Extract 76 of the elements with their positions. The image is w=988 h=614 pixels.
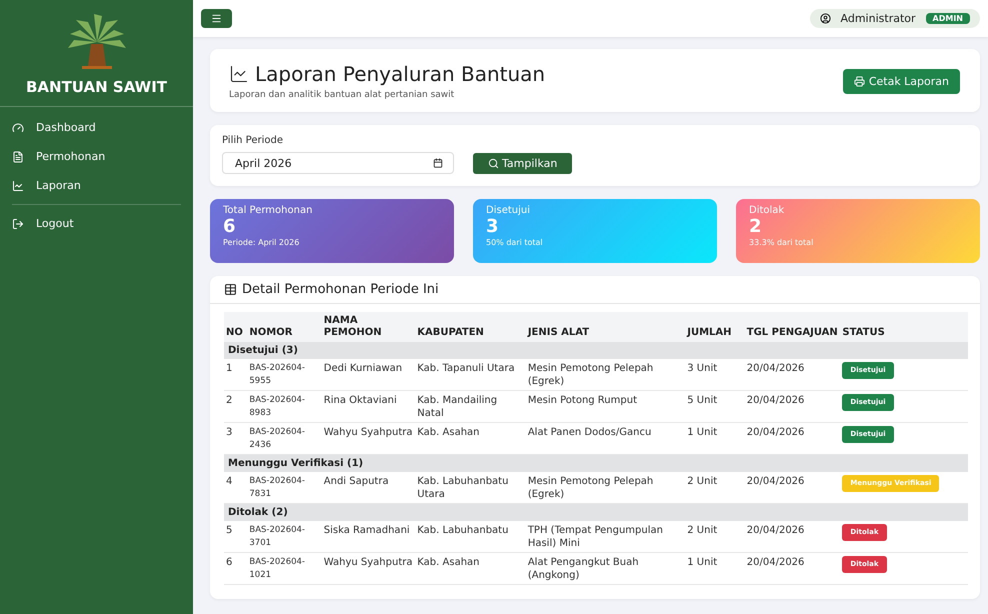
file-icon xyxy=(12,150,24,162)
table-cell: Kab. Labuhanbatu xyxy=(415,521,526,552)
table-cell: 3 Unit xyxy=(685,359,745,390)
table-cell: Mesin Pemotong Pelepah (Egrek) xyxy=(526,359,686,390)
table-cell: BAS-202604-3701 xyxy=(247,521,322,552)
menu-button[interactable] xyxy=(201,9,232,28)
stat-label: Total Permohonan xyxy=(223,205,314,216)
stat-label: Ditolak xyxy=(749,205,786,216)
table-cell: 1 Unit xyxy=(685,552,745,584)
printer-icon xyxy=(854,76,865,86)
table-cell: Mesin Potong Rumput xyxy=(526,390,686,422)
calendar-icon xyxy=(433,158,443,168)
month-field[interactable]: April 2026 xyxy=(222,152,454,174)
group-header: Menunggu Verifikasi (1) xyxy=(224,454,968,472)
table-cell: BAS-202604-5955 xyxy=(247,359,322,390)
table-title: Detail Permohonan Periode Ini xyxy=(242,282,439,297)
column-header: KABUPATEN xyxy=(415,312,526,342)
user-chip[interactable]: Administrator ADMIN xyxy=(810,9,980,28)
stat-value: 3 xyxy=(486,216,500,238)
table-cell: 2 Unit xyxy=(685,521,745,552)
page-title: Laporan Penyaluran Bantuan xyxy=(255,62,546,86)
stat-label: Disetujui xyxy=(486,205,531,216)
chart-icon xyxy=(12,180,24,192)
palm-tree-drawing xyxy=(66,12,128,70)
table-cell: 1 xyxy=(224,359,248,390)
table-cell: 2 xyxy=(224,390,248,422)
column-header: TGL PENGAJUAN xyxy=(744,312,840,342)
table-cell: Kab. Asahan xyxy=(415,552,526,584)
table-cell: 5 xyxy=(224,521,248,552)
stat-note: Periode: April 2026 xyxy=(223,238,300,247)
gauge-icon xyxy=(12,122,24,134)
table-cell: 20/04/2026 xyxy=(744,552,840,584)
show-button[interactable]: Tampilkan xyxy=(473,152,572,174)
table-cell: BAS-202604-1021 xyxy=(247,552,322,584)
stat-note: 50% dari total xyxy=(486,238,544,247)
print-button[interactable]: Cetak Laporan xyxy=(842,68,960,94)
field-label: Pilih Periode xyxy=(222,135,284,146)
page-subtitle: Laporan dan analitik bantuan alat pertanian sawit xyxy=(229,90,456,100)
table-cell: Rina Oktaviani xyxy=(322,390,416,422)
column-header: STATUS xyxy=(840,312,968,342)
table-cell: Kab. Mandailing Natal xyxy=(415,390,526,422)
table-cell: Siska Ramadhani xyxy=(322,521,416,552)
table-cell: Wahyu Syahputra xyxy=(322,552,416,584)
brand-title: BANTUAN SAWIT xyxy=(26,78,168,96)
column-header: NO xyxy=(224,312,248,342)
table-cell: Dedi Kurniawan xyxy=(322,359,416,390)
stat-value: 2 xyxy=(749,216,763,238)
logout-icon xyxy=(12,218,24,230)
table-cell: 20/04/2026 xyxy=(744,359,840,390)
column-header: JENIS ALAT xyxy=(526,312,686,342)
role-badge: ADMIN xyxy=(926,13,970,24)
stat-value: 6 xyxy=(223,216,237,238)
menu-icon xyxy=(211,13,222,24)
group-header: Disetujui (3) xyxy=(224,342,968,359)
sidebar-item[interactable]: Permohonan xyxy=(0,142,193,171)
table-cell: 20/04/2026 xyxy=(744,390,840,422)
table-cell: Alat Pengangkut Buah (Angkong) xyxy=(526,552,686,584)
table-icon xyxy=(224,283,237,296)
stat-note: 33.3% dari total xyxy=(749,238,814,247)
user-icon xyxy=(820,13,831,24)
group-header: Ditolak (2) xyxy=(224,504,968,521)
column-header: JUMLAH xyxy=(685,312,745,342)
table-cell: BAS-202604-8983 xyxy=(247,390,322,422)
chart-icon xyxy=(229,64,249,84)
user-name: Administrator xyxy=(840,12,916,25)
table-cell: 20/04/2026 xyxy=(744,521,840,552)
table-cell: 6 xyxy=(224,552,248,584)
search-icon xyxy=(488,158,499,168)
column-header: NAMA PEMOHON xyxy=(322,312,416,342)
column-header: NOMOR xyxy=(247,312,322,342)
table-cell: Kab. Tapanuli Utara xyxy=(415,359,526,390)
sidebar-item[interactable]: Laporan xyxy=(0,171,193,200)
sidebar-item[interactable]: Dashboard xyxy=(0,113,193,142)
table-cell: TPH (Tempat Pengumpulan Hasil) Mini xyxy=(526,521,686,552)
sidebar-item[interactable]: Logout xyxy=(0,209,193,238)
table-cell: 5 Unit xyxy=(685,390,745,422)
